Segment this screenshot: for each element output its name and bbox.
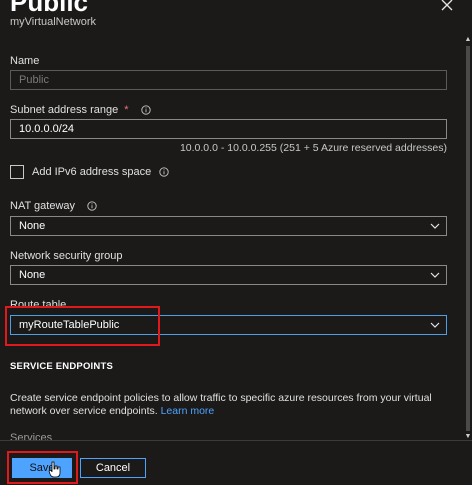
name-field-value: Public <box>19 74 49 86</box>
vertical-scrollbar[interactable]: ▲ ▼ <box>464 36 472 441</box>
save-button-highlight <box>7 451 78 484</box>
nat-gateway-label-text: NAT gateway <box>10 200 76 212</box>
nat-gateway-value: None <box>19 220 46 232</box>
nat-gateway-dropdown[interactable]: None <box>10 216 447 236</box>
required-marker: * <box>124 104 129 116</box>
close-button[interactable] <box>438 0 458 16</box>
chevron-down-icon <box>430 223 440 229</box>
nsg-value: None <box>19 269 46 281</box>
info-icon[interactable] <box>87 201 97 211</box>
cancel-button[interactable]: Cancel <box>80 458 146 478</box>
services-label-partial: Services <box>10 432 53 440</box>
name-label: Name <box>10 55 39 67</box>
nat-gateway-label: NAT gateway <box>10 200 97 212</box>
subnet-range-label-text: Subnet address range <box>10 104 119 116</box>
panel-title: Public <box>10 0 89 17</box>
scroll-up-icon[interactable]: ▲ <box>464 36 472 44</box>
name-label-text: Name <box>10 55 40 67</box>
subnet-range-value: 10.0.0.0/24 <box>19 123 75 135</box>
ipv6-checkbox-label: Add IPv6 address space <box>32 166 169 178</box>
panel-footer: Save Cancel <box>0 440 472 485</box>
nsg-label: Network security group <box>10 250 123 262</box>
service-endpoints-text: Create service endpoint policies to allo… <box>10 392 432 417</box>
info-icon[interactable] <box>140 105 151 115</box>
chevron-down-icon <box>430 272 440 278</box>
learn-more-link[interactable]: Learn more <box>161 405 215 417</box>
subnet-range-hint: 10.0.0.0 - 10.0.0.255 (251 + 5 Azure res… <box>179 142 447 154</box>
service-endpoints-heading: SERVICE ENDPOINTS <box>10 361 113 372</box>
info-icon[interactable] <box>159 167 169 177</box>
panel-subtitle: myVirtualNetwork <box>10 16 96 28</box>
subnet-edit-panel: Public myVirtualNetwork ▲ ▼ Name Public … <box>0 0 472 485</box>
hand-pointer-icon <box>48 461 61 478</box>
subnet-range-label: Subnet address range * <box>10 104 151 116</box>
scroll-thumb[interactable] <box>466 46 470 431</box>
service-endpoints-description: Create service endpoint policies to allo… <box>10 392 460 418</box>
nsg-label-text: Network security group <box>10 250 123 262</box>
subnet-range-input[interactable]: 10.0.0.0/24 <box>10 119 447 139</box>
nsg-dropdown[interactable]: None <box>10 265 447 285</box>
ipv6-checkbox[interactable] <box>10 165 24 179</box>
chevron-down-icon <box>430 322 440 328</box>
route-table-highlight <box>5 306 160 346</box>
name-field: Public <box>10 70 447 90</box>
close-icon <box>441 0 453 11</box>
ipv6-label-text: Add IPv6 address space <box>32 166 152 178</box>
